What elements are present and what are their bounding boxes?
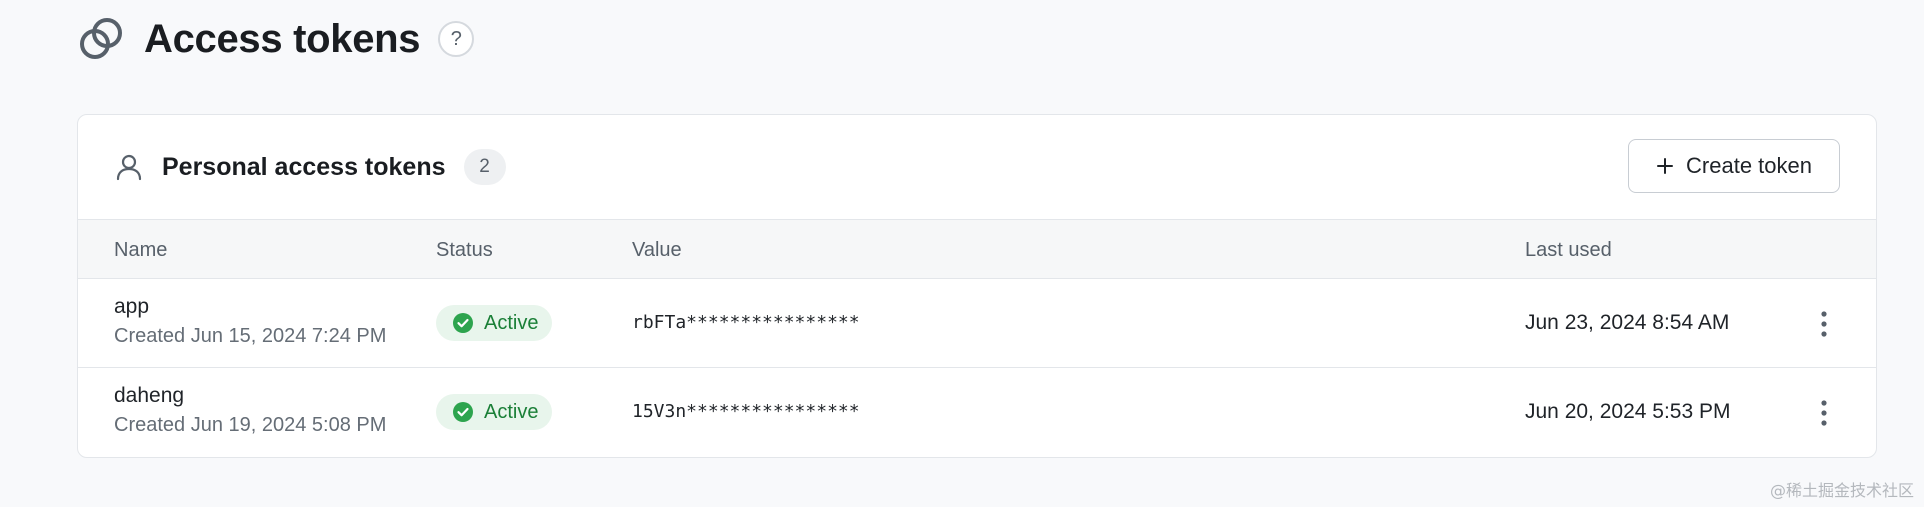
more-vertical-icon[interactable] [1812, 309, 1836, 339]
status-cell: Active [436, 305, 553, 341]
token-value: rbFTa**************** [632, 312, 860, 333]
create-token-label: Create token [1686, 153, 1812, 178]
token-name-cell: app Created Jun 15, 2024 7:24 PM [114, 295, 386, 348]
token-value: 15V3n**************** [632, 401, 860, 422]
column-header-last-used: Last used [1525, 239, 1612, 261]
help-button[interactable]: ? [438, 21, 475, 57]
more-vertical-icon[interactable] [1812, 398, 1836, 428]
token-created: Created Jun 15, 2024 7:24 PM [114, 325, 387, 347]
column-header-status: Status [436, 239, 493, 261]
create-token-button[interactable]: Create token [1628, 139, 1840, 193]
status-label: Active [484, 311, 539, 334]
plus-icon [1657, 158, 1674, 174]
status-badge: Active [436, 305, 553, 341]
access-tokens-page: Access tokens ? Personal access tokens 2… [0, 0, 1924, 507]
status-cell: Active [436, 394, 553, 430]
token-count-badge: 2 [463, 149, 506, 185]
table-row: daheng Created Jun 19, 2024 5:08 PM Acti… [78, 368, 1876, 457]
token-last-used: Jun 23, 2024 8:54 AM [1525, 311, 1730, 334]
check-circle-icon [453, 402, 473, 422]
watermark: @稀土掘金技术社区 [1769, 481, 1914, 500]
card-title: Personal access tokens [162, 152, 446, 181]
token-name: app [114, 295, 150, 318]
card-header: Personal access tokens 2 Create token [78, 115, 1876, 219]
status-label: Active [484, 400, 539, 423]
status-badge: Active [436, 394, 553, 430]
person-icon [116, 154, 142, 181]
token-created: Created Jun 19, 2024 5:08 PM [114, 414, 387, 436]
token-last-used: Jun 20, 2024 5:53 PM [1525, 400, 1731, 423]
personal-tokens-card: Personal access tokens 2 Create token Na… [77, 114, 1877, 458]
column-header-name: Name [114, 239, 168, 261]
token-name-cell: daheng Created Jun 19, 2024 5:08 PM [114, 384, 386, 437]
linked-circles-icon [80, 18, 122, 59]
column-header-value: Value [632, 239, 682, 261]
check-circle-icon [453, 313, 473, 333]
token-name: daheng [114, 384, 185, 407]
page-header: Access tokens ? [78, 14, 475, 64]
table-header: Name Status Value Last used [78, 219, 1876, 279]
page-title: Access tokens [144, 16, 421, 61]
table-row: app Created Jun 15, 2024 7:24 PM Active … [78, 279, 1876, 368]
